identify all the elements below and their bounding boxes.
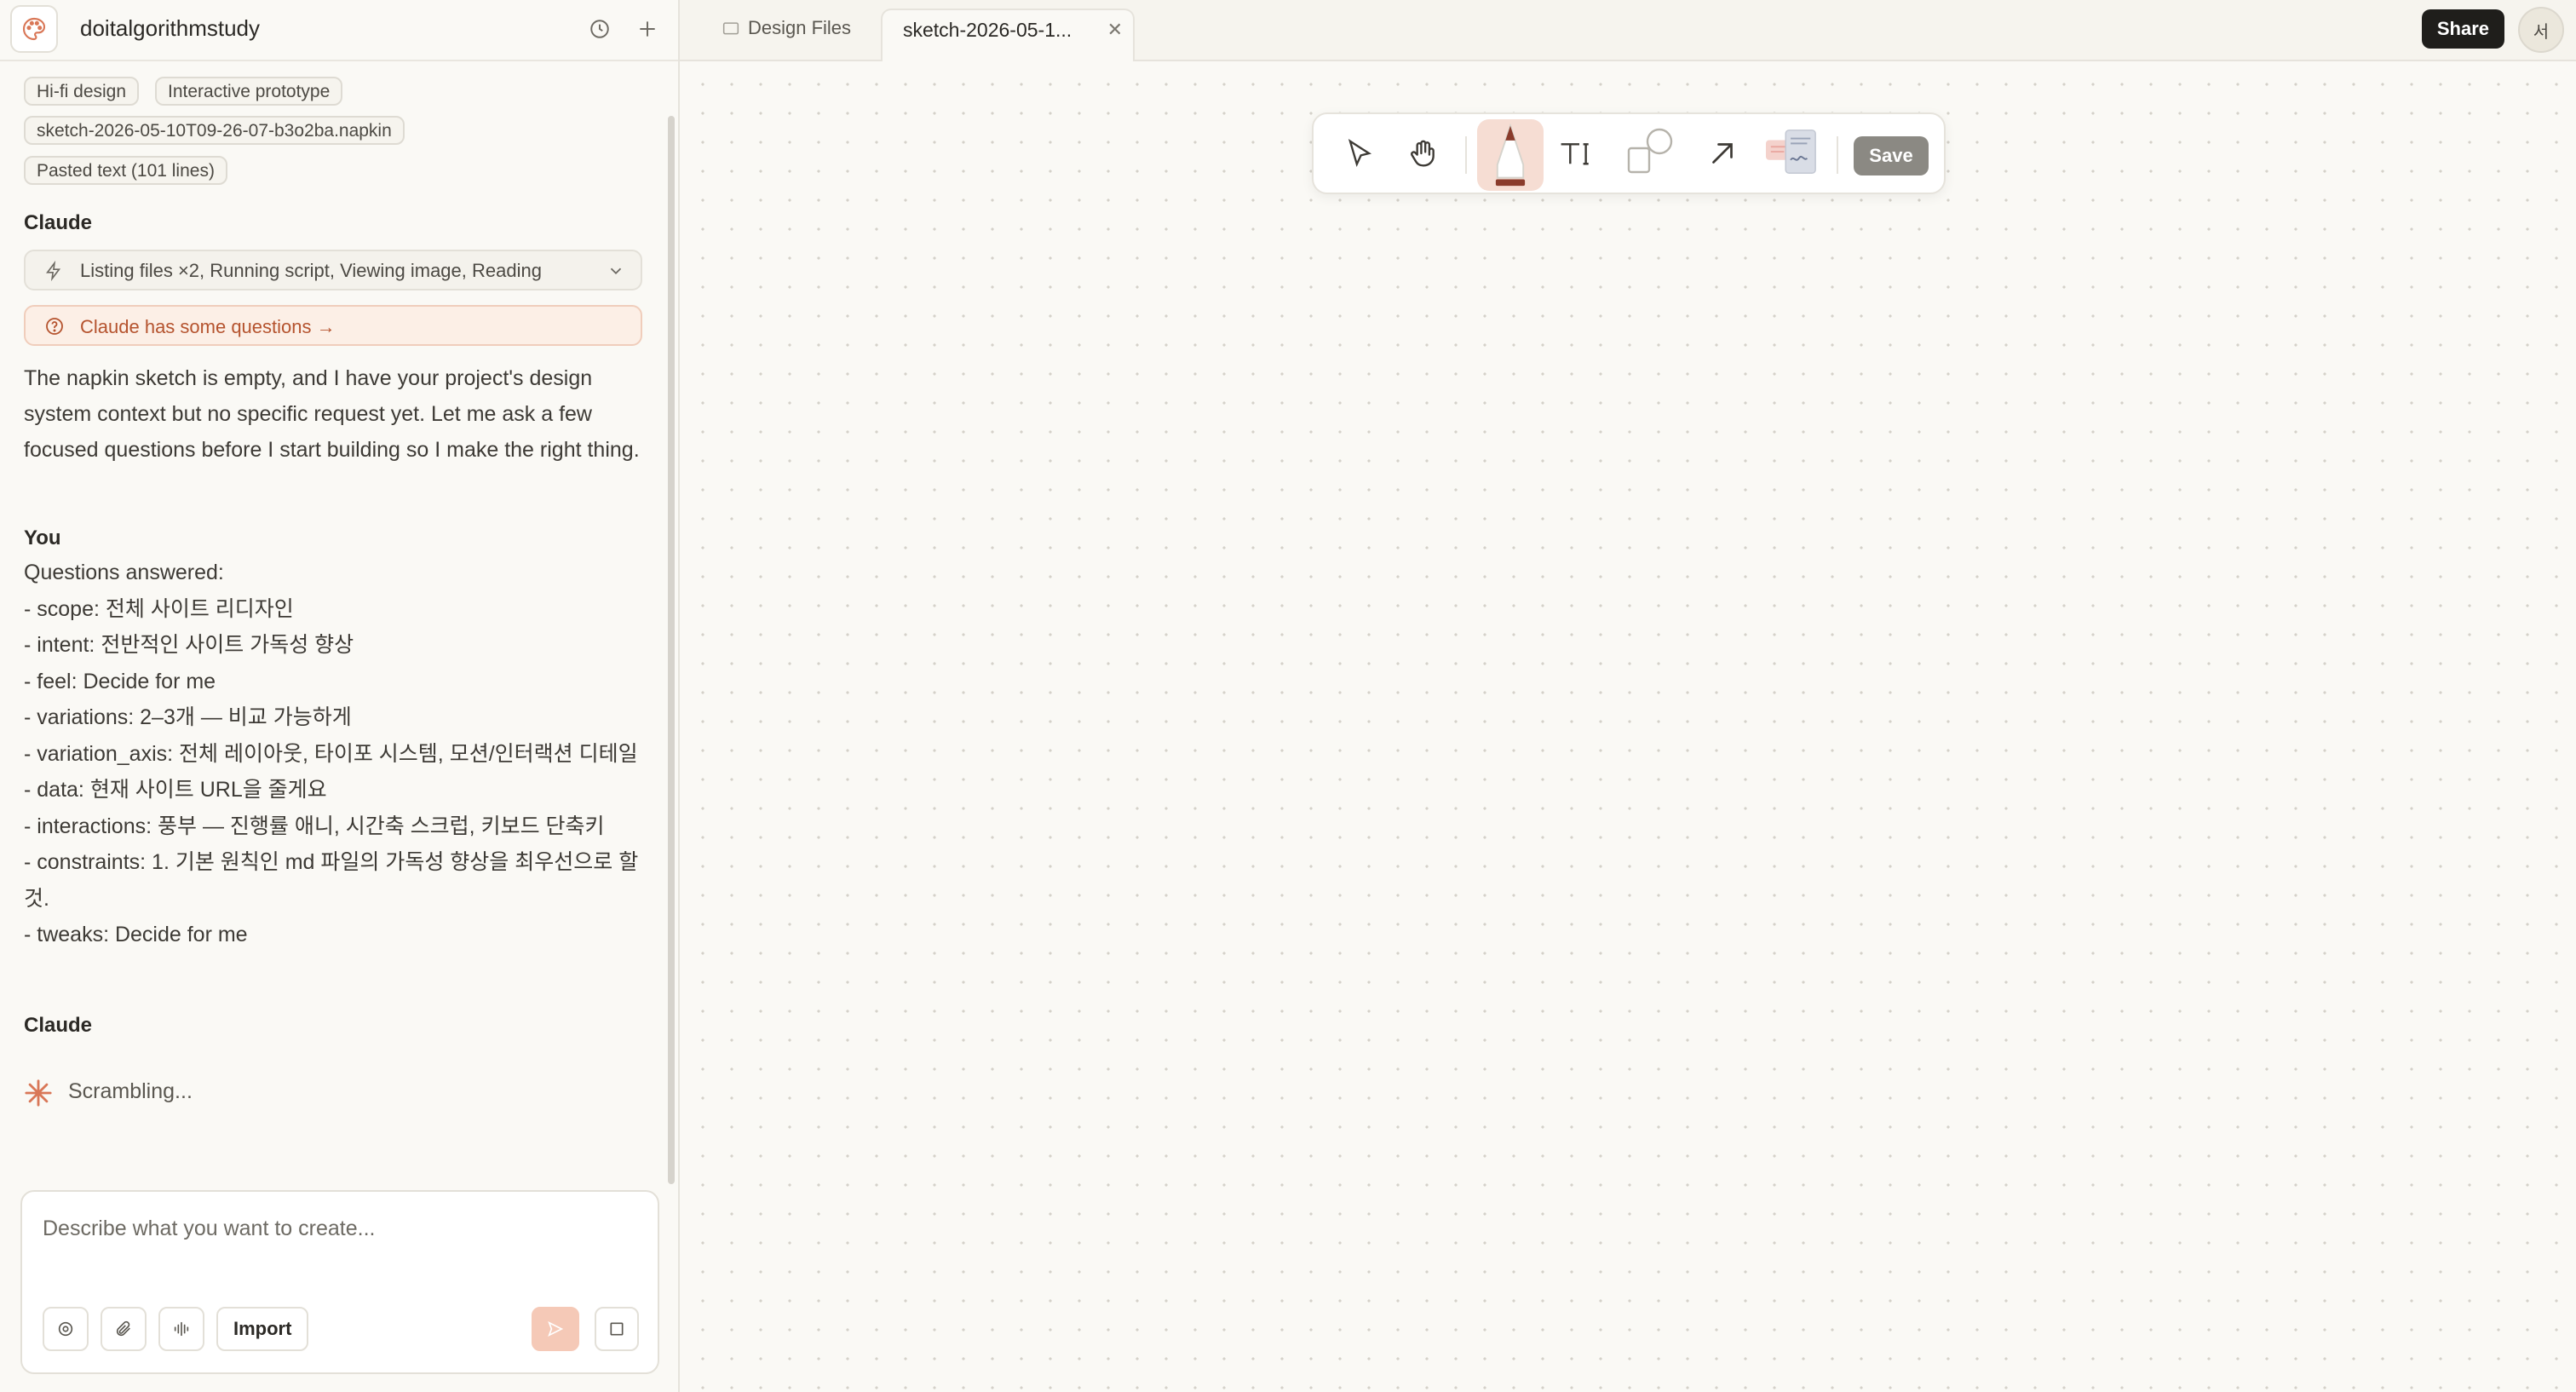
share-button[interactable]: Share: [2421, 9, 2504, 49]
shape-tool[interactable]: [1620, 123, 1682, 184]
tab-bar: Design Files sketch-2026-05-1... ✕ Share…: [680, 0, 2576, 61]
pen-icon: [1495, 123, 1526, 187]
user-line: - variation_axis: 전체 레이아웃, 타이포 시스템, 모션/인…: [24, 741, 638, 766]
user-line: - scope: 전체 사이트 리디자인: [24, 596, 294, 621]
chip-hifi-design[interactable]: Hi-fi design: [24, 77, 140, 106]
shapes-icon: [1627, 128, 1673, 174]
sticky-notes-icon: [1766, 129, 1816, 175]
folder-icon: [722, 22, 739, 35]
sticky-note-tool[interactable]: [1762, 123, 1823, 184]
question-icon: [44, 316, 65, 341]
speaker-you: You: [24, 526, 61, 549]
gear-icon: [58, 1321, 73, 1337]
history-icon[interactable]: [584, 14, 615, 44]
new-chat-icon[interactable]: [632, 14, 663, 44]
drawing-toolbar: Save: [1312, 112, 1946, 194]
user-line: - tweaks: Decide for me: [24, 923, 248, 946]
pan-tool[interactable]: [1392, 123, 1453, 184]
arrow-icon: [1712, 143, 1733, 164]
user-line: - interactions: 풍부 — 진행률 애니, 시간축 스크럽, 키보…: [24, 814, 605, 838]
chip-pasted-text[interactable]: Pasted text (101 lines): [24, 156, 227, 185]
user-line: - constraints: 1. 기본 원칙인 md 파일의 가독성 향상을 …: [24, 850, 639, 911]
save-button[interactable]: Save: [1854, 136, 1929, 175]
sparkle-icon: [24, 1079, 53, 1112]
chip-interactive-prototype[interactable]: Interactive prototype: [155, 77, 343, 106]
chat-scrollbar[interactable]: [668, 116, 675, 1184]
user-message: Questions answered: - scope: 전체 사이트 리디자인…: [24, 555, 654, 953]
claude-message: The napkin sketch is empty, and I have y…: [24, 366, 640, 462]
chat-panel: doitalgorithmstudy Hi-fi design Interact…: [0, 0, 680, 1392]
project-name: doitalgorithmstudy: [80, 15, 260, 41]
user-line: Questions answered:: [24, 561, 224, 584]
prompt-input[interactable]: [41, 1211, 641, 1246]
waveform-icon: [174, 1321, 189, 1337]
bolt-icon: [44, 260, 63, 286]
hand-icon: [1411, 140, 1435, 167]
avatar[interactable]: 서: [2518, 7, 2564, 53]
import-button[interactable]: Import: [216, 1307, 309, 1351]
send-icon: [548, 1320, 564, 1337]
status-text: Scrambling...: [68, 1079, 193, 1103]
square-icon: [610, 1322, 624, 1336]
cursor-icon: [1348, 139, 1372, 168]
text-tool[interactable]: [1549, 123, 1610, 184]
tab-label: sketch-2026-05-1...: [903, 19, 1072, 41]
pen-tool[interactable]: [1477, 119, 1544, 191]
user-line: - feel: Decide for me: [24, 669, 216, 693]
attach-button[interactable]: [101, 1307, 147, 1351]
arrow-tool[interactable]: [1692, 123, 1753, 184]
voice-button[interactable]: [158, 1307, 204, 1351]
activity-text: Listing files ×2, Running script, Viewin…: [80, 260, 542, 281]
speaker-claude: Claude: [24, 211, 93, 234]
user-line: - data: 현재 사이트 URL을 줄게요: [24, 778, 327, 802]
palette-icon[interactable]: [10, 5, 58, 53]
send-button[interactable]: [532, 1307, 579, 1351]
tab-label: Design Files: [748, 17, 852, 38]
speaker-claude-2: Claude: [24, 1014, 93, 1037]
questions-link[interactable]: Claude has some questions →: [24, 305, 642, 346]
user-line: - variations: 2–3개 — 비교 가능하게: [24, 705, 352, 729]
sketch-canvas[interactable]: [680, 61, 2576, 1392]
chip-napkin-file[interactable]: sketch-2026-05-10T09-26-07-b3o2ba.napkin: [24, 116, 405, 145]
settings-button[interactable]: [43, 1307, 89, 1351]
stop-button[interactable]: [595, 1307, 639, 1351]
close-icon[interactable]: ✕: [1107, 19, 1123, 41]
panel-header: doitalgorithmstudy: [0, 0, 678, 61]
activity-summary[interactable]: Listing files ×2, Running script, Viewin…: [24, 250, 642, 290]
text-icon: [1561, 143, 1589, 165]
select-tool[interactable]: [1329, 123, 1390, 184]
questions-text: Claude has some questions →: [80, 316, 336, 337]
paperclip-icon: [116, 1320, 130, 1337]
tab-sketch[interactable]: sketch-2026-05-1... ✕: [881, 9, 1135, 61]
composer: Import: [20, 1190, 659, 1374]
user-line: - intent: 전반적인 사이트 가독성 향상: [24, 633, 354, 657]
chevron-down-icon: [607, 262, 625, 285]
tab-design-files[interactable]: Design Files: [722, 17, 851, 39]
